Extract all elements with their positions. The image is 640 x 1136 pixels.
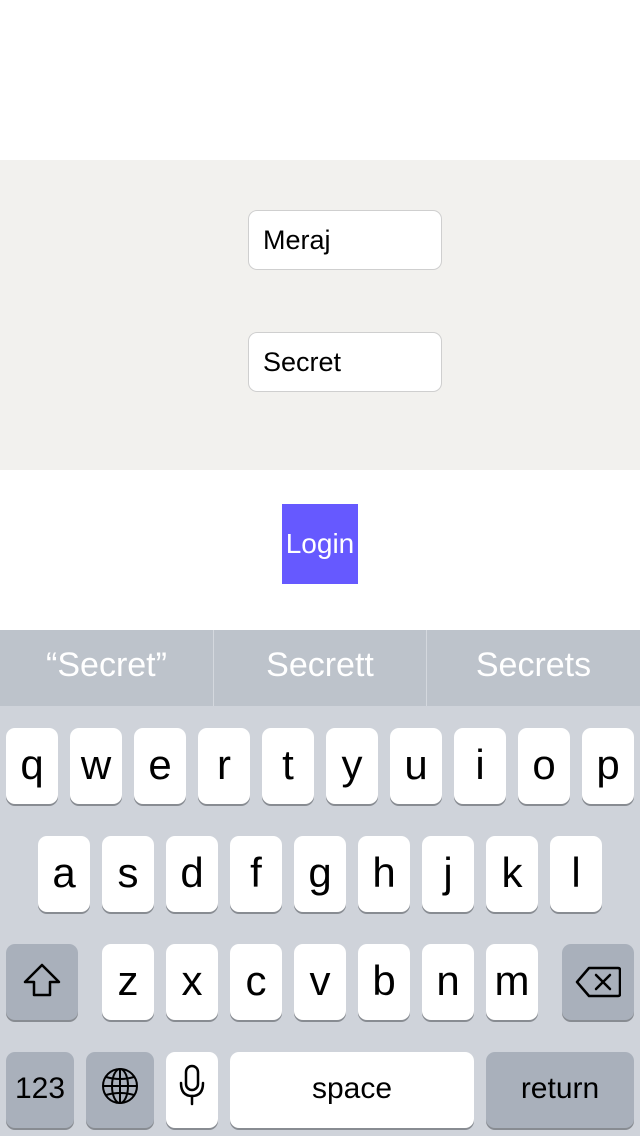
delete-key[interactable]: [562, 944, 634, 1020]
key-w[interactable]: w: [70, 728, 122, 804]
key-b[interactable]: b: [358, 944, 410, 1020]
key-s[interactable]: s: [102, 836, 154, 912]
key-e[interactable]: e: [134, 728, 186, 804]
key-h[interactable]: h: [358, 836, 410, 912]
suggestion-1[interactable]: “Secret”: [0, 630, 213, 706]
key-v[interactable]: v: [294, 944, 346, 1020]
onscreen-keyboard: “Secret” Secrett Secrets q w e r t y u i…: [0, 630, 640, 1136]
key-q[interactable]: q: [6, 728, 58, 804]
backspace-icon: [575, 947, 622, 1021]
key-u[interactable]: u: [390, 728, 442, 804]
top-blank-area: [0, 0, 640, 160]
key-x[interactable]: x: [166, 944, 218, 1020]
key-d[interactable]: d: [166, 836, 218, 912]
key-i[interactable]: i: [454, 728, 506, 804]
key-j[interactable]: j: [422, 836, 474, 912]
key-y[interactable]: y: [326, 728, 378, 804]
key-a[interactable]: a: [38, 836, 90, 912]
key-l[interactable]: l: [550, 836, 602, 912]
key-o[interactable]: o: [518, 728, 570, 804]
key-k[interactable]: k: [486, 836, 538, 912]
numbers-key[interactable]: 123: [6, 1052, 74, 1128]
microphone-icon: [178, 1055, 206, 1129]
globe-key[interactable]: [86, 1052, 154, 1128]
shift-icon: [22, 947, 62, 1021]
return-key[interactable]: return: [486, 1052, 634, 1128]
key-g[interactable]: g: [294, 836, 346, 912]
suggestion-3[interactable]: Secrets: [427, 630, 640, 706]
key-r[interactable]: r: [198, 728, 250, 804]
shift-key[interactable]: [6, 944, 78, 1020]
key-t[interactable]: t: [262, 728, 314, 804]
key-m[interactable]: m: [486, 944, 538, 1020]
login-form-panel: [0, 160, 640, 470]
globe-icon: [100, 1055, 140, 1129]
key-f[interactable]: f: [230, 836, 282, 912]
space-key[interactable]: space: [230, 1052, 474, 1128]
key-n[interactable]: n: [422, 944, 474, 1020]
key-p[interactable]: p: [582, 728, 634, 804]
suggestion-2[interactable]: Secrett: [214, 630, 426, 706]
login-button[interactable]: Login: [282, 504, 358, 584]
password-field[interactable]: [248, 332, 442, 392]
suggestion-bar: “Secret” Secrett Secrets: [0, 630, 640, 706]
microphone-key[interactable]: [166, 1052, 218, 1128]
key-z[interactable]: z: [102, 944, 154, 1020]
key-c[interactable]: c: [230, 944, 282, 1020]
username-field[interactable]: [248, 210, 442, 270]
